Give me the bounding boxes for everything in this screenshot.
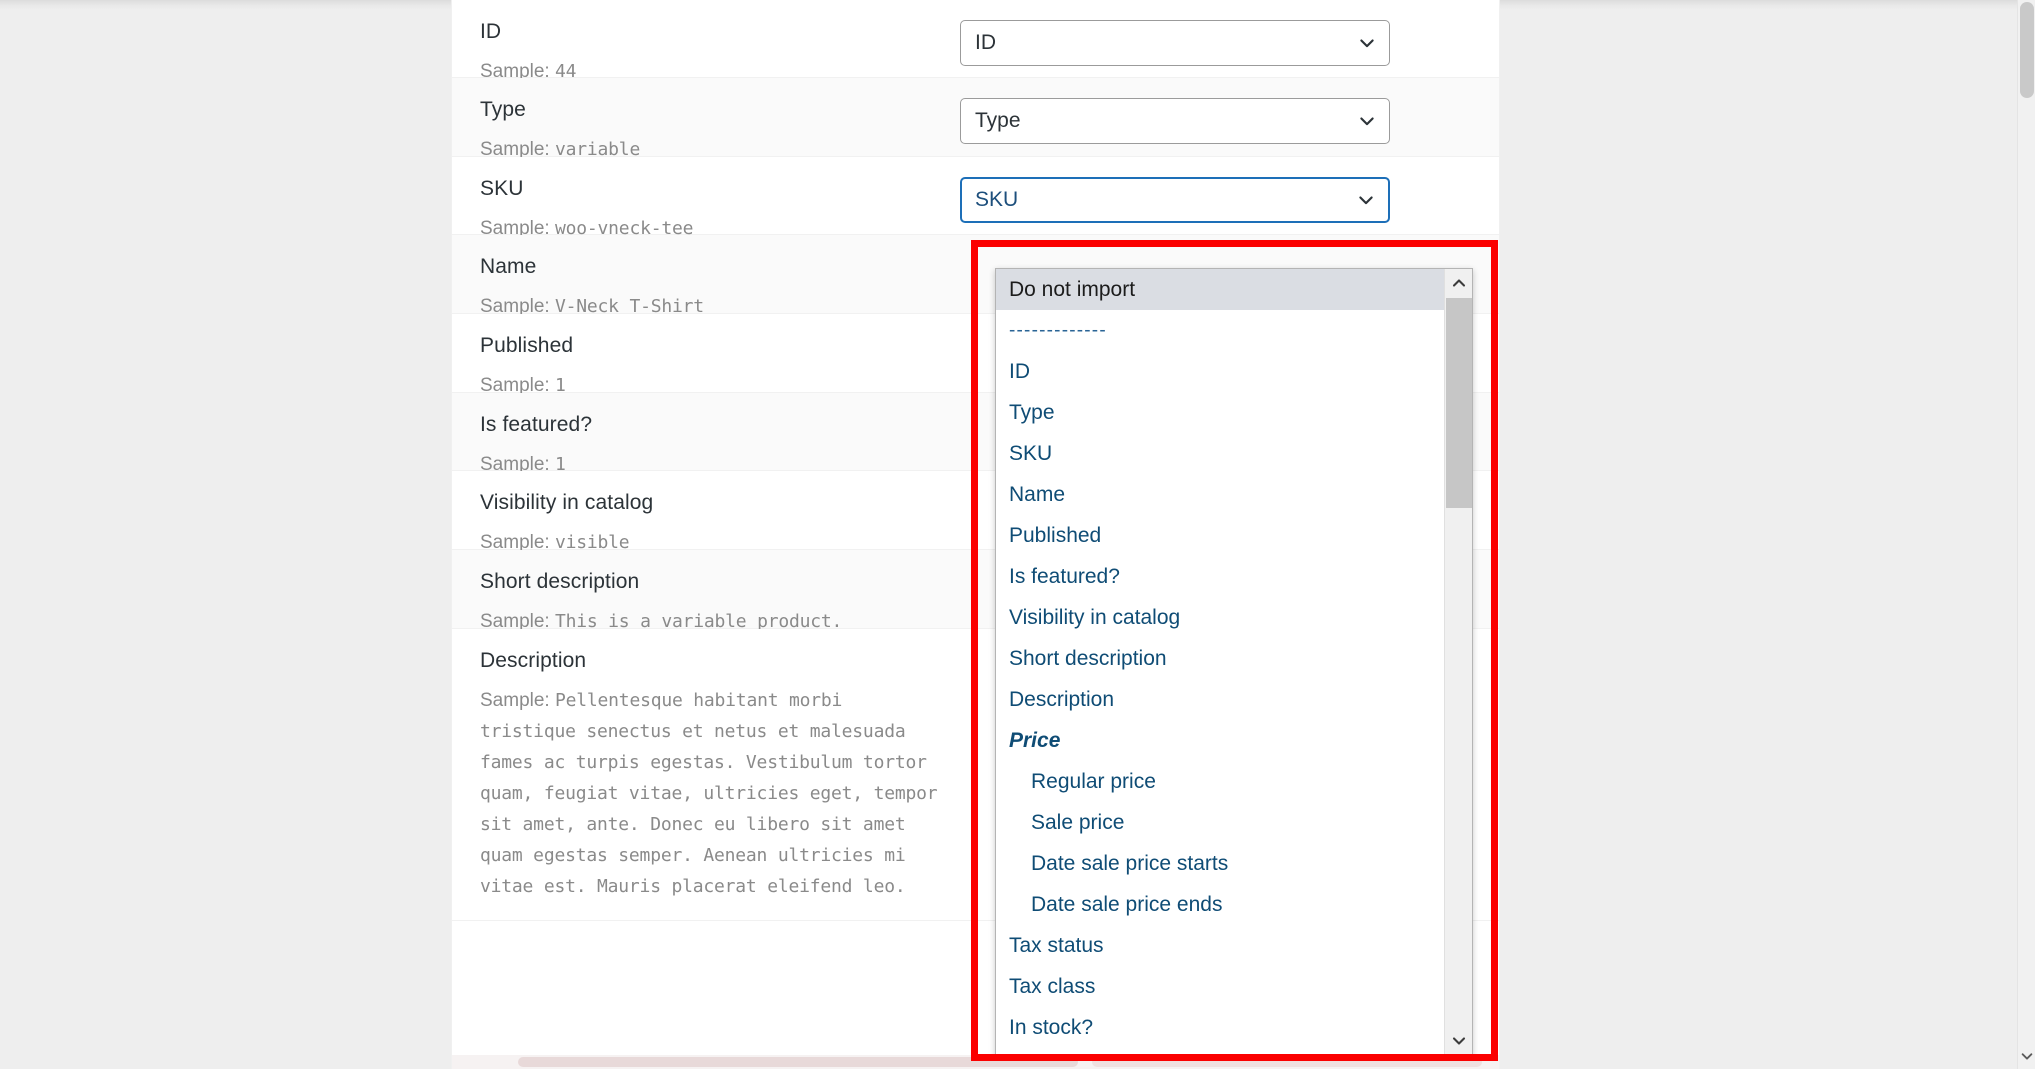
dropdown-option[interactable]: Name: [996, 474, 1444, 515]
dropdown-option[interactable]: Date sale price starts: [996, 843, 1444, 884]
mapping-row-right: ID: [960, 18, 1463, 66]
mapping-row-right: SKU: [960, 175, 1463, 223]
mapping-row-left: ID Sample: 44: [480, 18, 960, 87]
mapping-select-value: ID: [975, 31, 996, 54]
mapping-row-left: Short description Sample: This is a varia…: [480, 568, 960, 637]
mapping-row-left: Is featured? Sample: 1: [480, 411, 960, 480]
dropdown-option[interactable]: Do not import: [996, 269, 1444, 310]
csv-column-name: Name: [480, 255, 537, 278]
csv-column-name: Visibility in catalog: [480, 491, 654, 514]
dropdown-option[interactable]: Regular price: [996, 761, 1444, 802]
dropdown-option[interactable]: Published: [996, 515, 1444, 556]
mapping-row: ID Sample: 44 ID: [452, 0, 1499, 82]
sample-value: Pellentesque habitant morbi tristique se…: [480, 690, 938, 897]
chevron-down-icon: [1360, 39, 1374, 48]
mapping-select-id[interactable]: ID: [960, 20, 1390, 66]
dropdown-option[interactable]: Date sale price ends: [996, 884, 1444, 925]
dropdown-option[interactable]: Tax status: [996, 925, 1444, 966]
csv-column-name: ID: [480, 20, 502, 43]
mapping-row-right: [960, 253, 1463, 255]
dropdown-option[interactable]: Short description: [996, 638, 1444, 679]
dropdown-scrollbar-thumb[interactable]: [1446, 298, 1472, 508]
dropdown-option[interactable]: SKU: [996, 433, 1444, 474]
dropdown-option-list[interactable]: Do not import ------------- ID Type SKU Name P…: [996, 269, 1444, 1055]
chevron-down-icon: [1360, 117, 1374, 126]
chevron-up-icon[interactable]: [1445, 269, 1472, 297]
mapping-row: Type Sample: variable Type: [452, 78, 1499, 160]
dropdown-separator: -------------: [1009, 320, 1107, 341]
mapping-select-value: SKU: [975, 188, 1019, 211]
csv-column-name: Description: [480, 649, 587, 672]
dropdown-option[interactable]: Description: [996, 679, 1444, 720]
mapping-row-left: SKU Sample: woo-vneck-tee: [480, 175, 960, 244]
dropdown-option[interactable]: Sale price: [996, 802, 1444, 843]
chevron-down-icon[interactable]: [1445, 1027, 1472, 1055]
dropdown-option[interactable]: Tax class: [996, 966, 1444, 1007]
mapping-select-value: Type: [975, 109, 1021, 132]
csv-column-name: Published: [480, 334, 574, 357]
csv-column-name: Short description: [480, 570, 640, 593]
mapping-select-sku[interactable]: SKU: [960, 177, 1390, 223]
mapping-row-left: Type Sample: variable: [480, 96, 960, 165]
dropdown-option[interactable]: Visibility in catalog: [996, 597, 1444, 638]
mapping-row-left: Description Sample: Pellentesque habitant…: [480, 647, 960, 902]
dropdown-option[interactable]: ID: [996, 351, 1444, 392]
column-mapping-dropdown[interactable]: Do not import ------------- ID Type SKU Name P…: [995, 268, 1473, 1056]
page-scrollbar-thumb[interactable]: [2020, 2, 2034, 98]
mapping-select-type[interactable]: Type: [960, 98, 1390, 144]
mapping-row-left: Name Sample: V-Neck T-Shirt: [480, 253, 960, 322]
chevron-down-icon[interactable]: [2018, 1047, 2035, 1065]
sample-label: Sample:: [480, 690, 555, 711]
horizontal-scrollbar[interactable]: [452, 1055, 1499, 1069]
mapping-row-right: Type: [960, 96, 1463, 144]
dropdown-option[interactable]: Is featured?: [996, 556, 1444, 597]
csv-column-name: SKU: [480, 177, 524, 200]
dropdown-option[interactable]: In stock?: [996, 1007, 1444, 1048]
horizontal-scrollbar-thumb-secondary[interactable]: [1092, 1057, 1482, 1067]
mapping-row-left: Published Sample: 1: [480, 332, 960, 401]
page-scrollbar[interactable]: [2017, 0, 2035, 1069]
dropdown-scrollbar[interactable]: [1444, 269, 1472, 1055]
csv-column-sample: Sample: Pellentesque habitant morbi tris…: [480, 685, 944, 902]
dropdown-option[interactable]: Type: [996, 392, 1444, 433]
horizontal-scrollbar-thumb[interactable]: [518, 1057, 1078, 1067]
chevron-down-icon: [1359, 196, 1373, 205]
mapping-row: SKU Sample: woo-vneck-tee SKU: [452, 157, 1499, 239]
screen-root: ID Sample: 44 ID Type Sample: variable Type SK…: [0, 0, 2035, 1069]
csv-column-name: Is featured?: [480, 413, 593, 436]
csv-column-name: Type: [480, 98, 526, 121]
dropdown-group-label: Price: [1009, 729, 1061, 752]
mapping-row-left: Visibility in catalog Sample: visible: [480, 489, 960, 558]
